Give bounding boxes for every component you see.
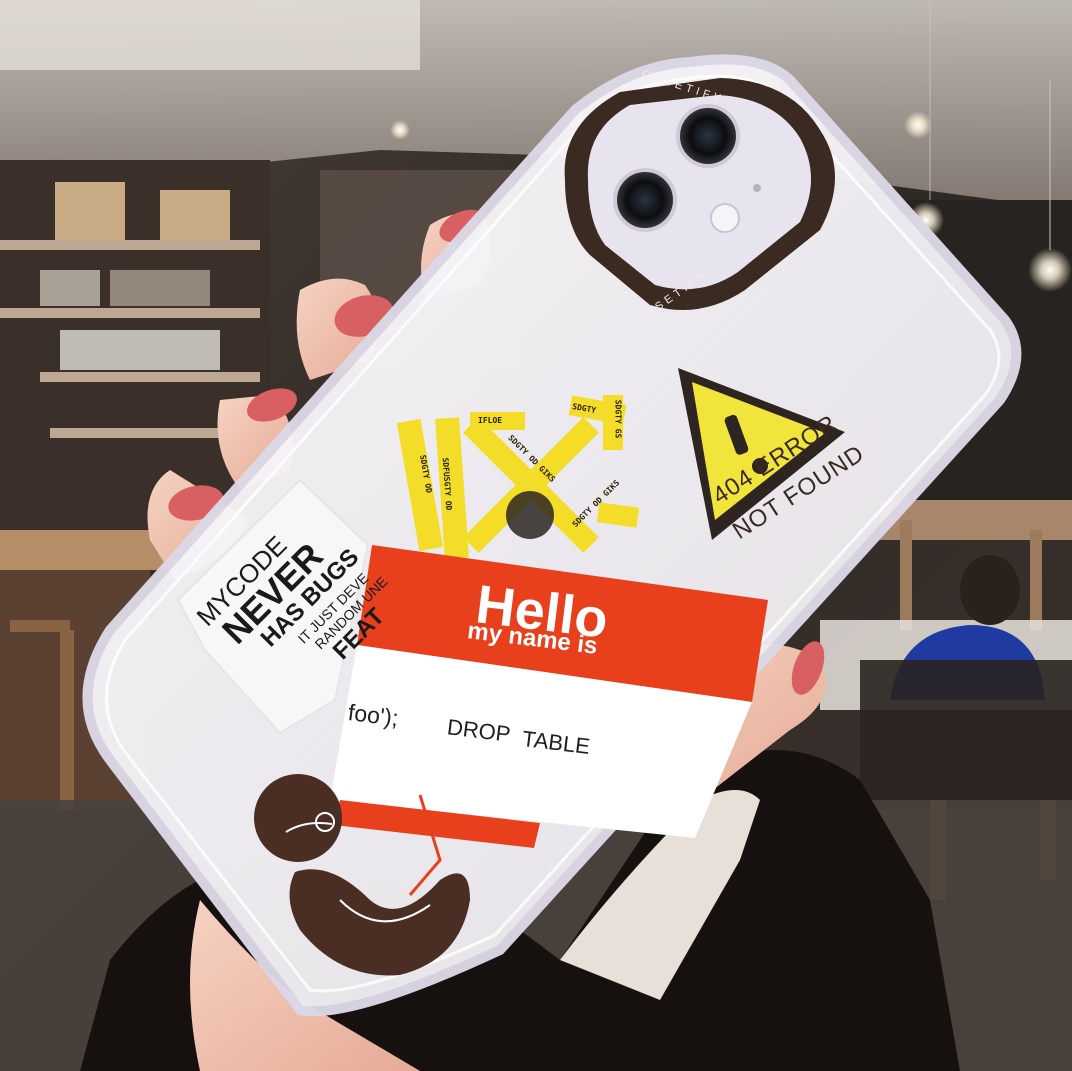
camera-flash (710, 203, 740, 233)
camera-lens-bottom (613, 168, 677, 232)
tape-label-5: SDGTY GS (613, 399, 623, 439)
hello-name-line-1: foo'); (346, 699, 400, 731)
photo-scene (0, 0, 1072, 1071)
tape-label-4: IFLOE (478, 416, 503, 425)
camera-lens-top (676, 104, 740, 168)
